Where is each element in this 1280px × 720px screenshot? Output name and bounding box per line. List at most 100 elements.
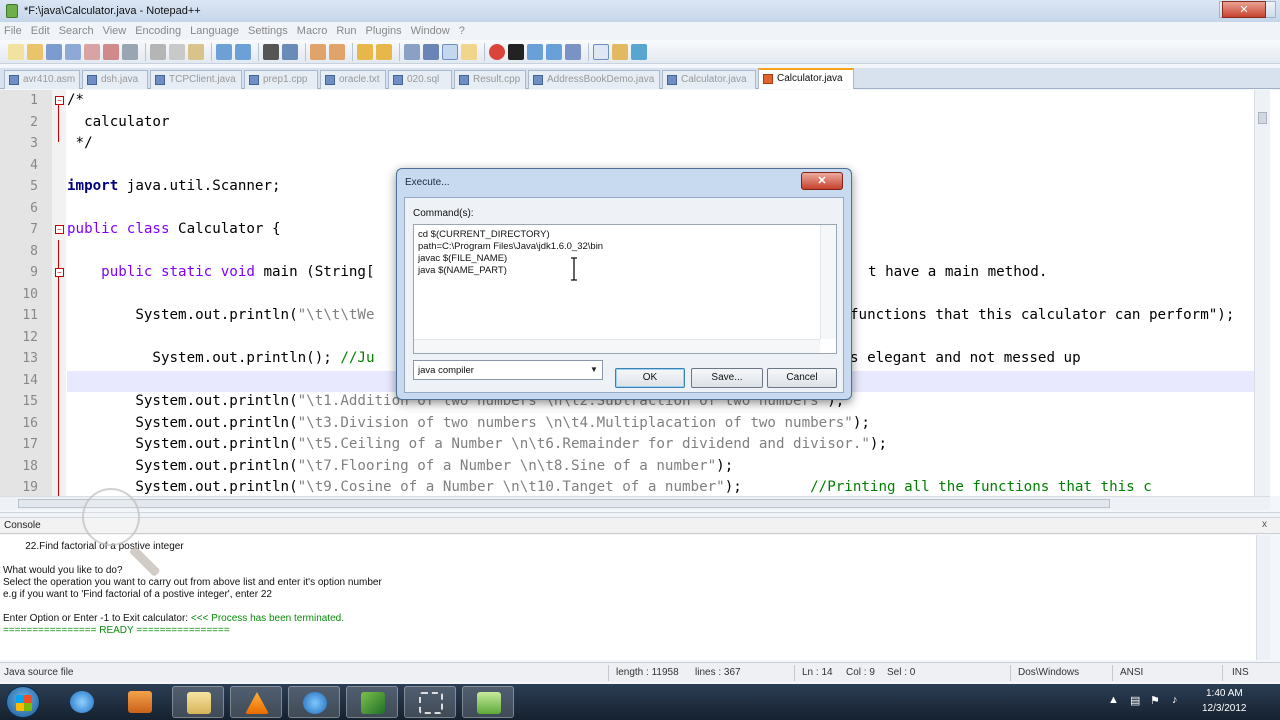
app-taskbar-button[interactable] — [288, 686, 340, 718]
tab-tcpclient[interactable]: TCPClient.java — [150, 70, 242, 89]
copy-icon[interactable] — [169, 43, 185, 60]
play-macro-icon[interactable] — [527, 43, 543, 60]
tab-calculator-1[interactable]: Calculator.java — [662, 70, 756, 89]
paste-icon[interactable] — [188, 43, 204, 60]
console-output[interactable]: 22.Find factorial of a postive integer W… — [0, 535, 1270, 660]
print-icon[interactable] — [122, 43, 138, 60]
record-macro-icon[interactable] — [489, 43, 505, 60]
editor-vertical-scrollbar[interactable] — [1254, 90, 1270, 496]
status-line: Ln : 14 — [802, 667, 833, 678]
close-file-icon[interactable] — [84, 43, 100, 60]
tab-avr410[interactable]: avr410.asm — [4, 70, 80, 89]
tab-dsh[interactable]: dsh.java — [82, 70, 148, 89]
close-all-icon[interactable] — [103, 43, 119, 60]
volume-icon[interactable]: ♪ — [1172, 694, 1178, 706]
vlc-taskbar-button[interactable] — [230, 686, 282, 718]
sync-vertical-icon[interactable] — [357, 43, 373, 60]
screen-capture-taskbar-button[interactable] — [404, 686, 456, 718]
redo-icon[interactable] — [235, 43, 251, 60]
save-icon[interactable] — [46, 43, 62, 60]
network-icon[interactable]: ▤ — [1130, 694, 1140, 707]
start-button[interactable] — [6, 686, 40, 718]
profile-select-value: java compiler — [418, 365, 474, 376]
toolbar — [0, 40, 1280, 64]
save-button[interactable]: Save... — [691, 368, 763, 388]
menu-encoding[interactable]: Encoding — [135, 25, 181, 37]
stop-macro-icon[interactable] — [508, 43, 524, 60]
menu-language[interactable]: Language — [190, 25, 239, 37]
tab-prep1[interactable]: prep1.cpp — [244, 70, 318, 89]
menu-plugins[interactable]: Plugins — [366, 25, 402, 37]
zoom-in-icon[interactable] — [310, 43, 326, 60]
close-button[interactable]: ✕ — [1222, 1, 1266, 18]
monitor-icon[interactable] — [593, 43, 609, 60]
find-icon[interactable] — [263, 43, 279, 60]
tab-oracle[interactable]: oracle.txt — [320, 70, 386, 89]
save-all-icon[interactable] — [65, 43, 81, 60]
tab-result[interactable]: Result.cpp — [454, 70, 526, 89]
new-file-icon[interactable] — [8, 43, 24, 60]
undo-icon[interactable] — [216, 43, 232, 60]
word-wrap-icon[interactable] — [404, 43, 420, 60]
console-line: 22.Find factorial of a postive integer — [3, 541, 184, 552]
notepadpp-taskbar-button[interactable] — [462, 686, 514, 718]
status-length: length : 11958 — [616, 667, 679, 678]
menu-view[interactable]: View — [103, 25, 127, 37]
dialog-close-button[interactable]: ✕ — [801, 172, 843, 190]
profile-select[interactable]: java compiler ▼ — [413, 360, 603, 380]
app2-taskbar-button[interactable] — [346, 686, 398, 718]
media-player-icon — [128, 691, 152, 713]
scroll-thumb[interactable] — [18, 499, 1110, 508]
commands-vertical-scrollbar[interactable] — [820, 225, 836, 339]
menu-search[interactable]: Search — [59, 25, 94, 37]
clock-date[interactable]: 12/3/2012 — [1202, 703, 1247, 714]
code-line-1: /* — [67, 92, 85, 108]
commands-textarea[interactable]: cd $(CURRENT_DIRECTORY) path=C:\Program … — [413, 224, 837, 354]
cancel-button[interactable]: Cancel — [767, 368, 837, 388]
file-icon — [667, 75, 677, 85]
code-line-17: System.out.println("\t5.Ceiling of a Num… — [67, 436, 887, 452]
editor-horizontal-scrollbar[interactable] — [0, 496, 1270, 510]
user-lang-icon[interactable] — [461, 43, 477, 60]
zoom-out-icon[interactable] — [329, 43, 345, 60]
flag-icon[interactable]: ⚑ — [1150, 694, 1160, 707]
ok-button[interactable]: OK — [615, 368, 685, 388]
spell-check-icon[interactable] — [631, 43, 647, 60]
indent-guide-icon[interactable] — [442, 43, 458, 60]
menu-help[interactable]: ? — [459, 25, 465, 37]
media-player-taskbar-button[interactable] — [114, 686, 166, 718]
cut-icon[interactable] — [150, 43, 166, 60]
commands-horizontal-scrollbar[interactable] — [414, 339, 820, 353]
run-macro-multiple-icon[interactable] — [546, 43, 562, 60]
code-comment: t have a main method. — [868, 264, 1048, 280]
scroll-thumb[interactable] — [1258, 112, 1267, 124]
tab-calculator-active[interactable]: Calculator.java — [758, 68, 854, 89]
sync-horizontal-icon[interactable] — [376, 43, 392, 60]
menu-run[interactable]: Run — [336, 25, 356, 37]
fold-toggle-icon[interactable]: − — [55, 268, 64, 277]
folder-workspace-icon[interactable] — [612, 43, 628, 60]
clock-time[interactable]: 1:40 AM — [1206, 688, 1243, 699]
tab-addressbookdemo[interactable]: AddressBookDemo.java — [528, 70, 660, 89]
close-console-icon[interactable]: x — [1262, 519, 1267, 530]
replace-icon[interactable] — [282, 43, 298, 60]
status-separator — [1010, 665, 1011, 681]
explorer-taskbar-button[interactable] — [172, 686, 224, 718]
open-file-icon[interactable] — [27, 43, 43, 60]
tab-020sql[interactable]: 020.sql — [388, 70, 452, 89]
status-separator — [608, 665, 609, 681]
fold-toggle-icon[interactable]: − — [55, 96, 64, 105]
show-all-chars-icon[interactable] — [423, 43, 439, 60]
code-line-9: public static void main (String[ — [67, 264, 374, 280]
console-scrollbar[interactable] — [1256, 535, 1270, 660]
menu-settings[interactable]: Settings — [248, 25, 288, 37]
menu-window[interactable]: Window — [411, 25, 450, 37]
menu-edit[interactable]: Edit — [31, 25, 50, 37]
ie-taskbar-button[interactable] — [56, 686, 108, 718]
menu-macro[interactable]: Macro — [297, 25, 328, 37]
fold-toggle-icon[interactable]: − — [55, 225, 64, 234]
dropdown-arrow-icon[interactable]: ▼ — [586, 361, 602, 379]
save-macro-icon[interactable] — [565, 43, 581, 60]
show-hidden-icons-icon[interactable]: ▲ — [1108, 694, 1119, 706]
menu-file[interactable]: File — [4, 25, 22, 37]
